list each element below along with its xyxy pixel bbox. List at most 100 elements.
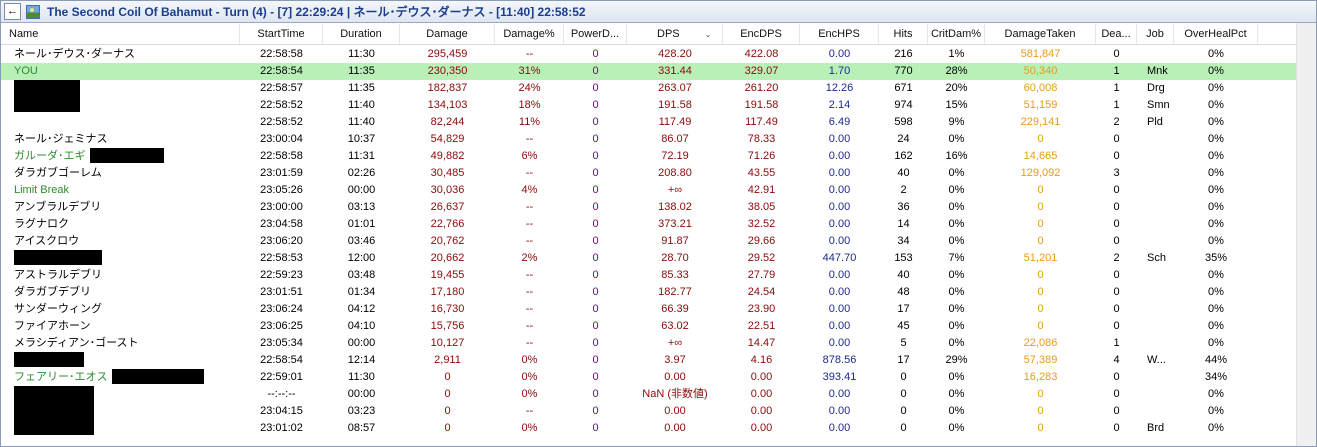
cell-damage-pct: 11% [518,116,541,128]
table-row[interactable]: --:--:-- 00:00 0 0% 0 NaN (非数値) 0.00 0.00 0 0% 0 0 0… [1,386,1296,435]
cell-name: アイスクロウ [1,233,240,250]
column-header-start-time[interactable]: StartTime [240,24,323,44]
cell-duration: 01:01 [347,218,376,230]
cell-name: ガルーダ･エギ [1,148,240,165]
table-row[interactable]: 23:04:15 03:23 0 -- 0 0.00 0.00 0.00 0 0% 0 0 0% [1,403,1296,420]
cell-deaths: 1 [1113,82,1120,94]
cell-damage: 15,756 [430,320,465,332]
table-row[interactable]: サンダーウィング 23:06:24 04:12 16,730 -- 0 66.39 23.90… [1,301,1296,318]
column-header-duration[interactable]: Duration [323,24,400,44]
cell-damage-taken: 229,141 [1020,116,1061,128]
cell-dps: 63.02 [661,320,689,332]
cell-over-heal-pct: 0% [1208,269,1224,281]
cell-start-time: 22:58:52 [260,116,303,128]
cell-job [1137,131,1174,148]
cell-enc-dps: 0.00 [750,371,773,383]
cell-name: ラグナロク [1,216,240,233]
column-header-name[interactable]: Name [1,24,240,44]
table-row[interactable]: 22:58:57 11:35 182,837 24% 0 263.07 261.20 12.2… [1,80,1296,112]
column-header-over-heal-pct[interactable]: OverHealPct [1174,24,1258,44]
table-row[interactable]: 23:01:02 08:57 0 0% 0 0.00 0.00 0.00 0 0% 0 0 Brd 0% [1,420,1296,437]
combatant-name: YOU [14,65,38,77]
cell-enc-hps: 6.49 [828,116,851,128]
table-row[interactable]: アイスクロウ 23:06:20 03:46 20,762 -- 0 91.87 29.66 0.… [1,233,1296,250]
cell-damage-pct: 6% [521,150,538,162]
column-header-enc-dps[interactable]: EncDPS [723,24,800,44]
cell-enc-hps: 0.00 [828,235,851,247]
cell-name: ファイアホーン [1,318,240,335]
table-row[interactable]: 22:58:52 11:40 82,244 11% 0 117.49 117.49 6.49 5… [1,114,1296,131]
cell-job: Smn [1147,99,1170,111]
table-row[interactable]: 22:58:53 12:00 20,662 2% 0 28.70 29.52 447.70 15… [1,250,1296,267]
cell-start-time: 23:01:02 [260,422,303,434]
table-row[interactable]: ラグナロク 23:04:58 01:01 22,766 -- 0 373.21 32.52 0.… [1,216,1296,233]
cell-deaths: 0 [1113,286,1120,298]
combatant-name: フェアリー･エオス [14,371,108,383]
column-header-power-damage[interactable]: PowerD... [564,24,627,44]
vertical-scrollbar[interactable] [1296,23,1316,446]
table-row[interactable]: Limit Break 23:05:26 00:00 30,036 4% 0 +∞ 42.91… [1,182,1296,199]
cell-damage-pct: -- [525,286,534,298]
column-header-deaths[interactable]: Dea... [1096,24,1137,44]
cell-over-heal-pct: 0% [1208,99,1224,111]
cell-damage-pct: -- [525,201,534,213]
column-header-damage-pct[interactable]: Damage% [495,24,564,44]
table-row[interactable]: ファイアホーン 23:06:25 04:10 15,756 -- 0 63.02 22.51 0… [1,318,1296,335]
table-row[interactable]: 22:58:54 12:14 2,911 0% 0 3.97 4.16 878.56 17 29%… [1,352,1296,369]
table-row[interactable]: 22:58:52 11:40 134,103 18% 0 191.58 191.58 2.14… [1,97,1296,114]
column-header-enc-hps[interactable]: EncHPS [800,24,879,44]
cell-start-time: 22:59:23 [260,269,303,281]
cell-damage-pct: 0% [521,422,538,434]
table-row[interactable]: ダラガブゴーレム 23:01:59 02:26 30,485 -- 0 208.80 43.5… [1,165,1296,182]
combatant-name: メラシディアン･ゴースト [14,337,139,349]
table-row[interactable]: YOU 22:58:54 11:35 230,350 31% 0 331.44 329.07 1… [1,63,1296,80]
cell-deaths: 2 [1113,116,1120,128]
cell-start-time: 22:58:58 [260,48,303,60]
cell-enc-hps: 0.00 [828,269,851,281]
table-row[interactable]: ネール･デウス･ダーナス 22:58:58 11:30 295,459 -- 0 428.2… [1,46,1296,63]
table-row[interactable]: ガルーダ･エギ 22:58:58 11:31 49,882 6% 0 72.19 71.26 0… [1,148,1296,165]
cell-enc-hps: 0.00 [828,388,851,400]
cell-damage-pct: -- [525,405,534,417]
cell-start-time: --:--:-- [267,388,296,400]
cell-deaths: 0 [1113,133,1120,145]
column-header-hits[interactable]: Hits [879,24,928,44]
cell-crit-dam-pct: 0% [948,422,965,434]
cell-damage: 82,244 [430,116,465,128]
table-row[interactable]: フェアリー･エオス 22:59:01 11:30 0 0% 0 0.00 0.00 393.41… [1,369,1296,386]
column-header-job[interactable]: Job [1137,24,1174,44]
cell-enc-hps: 0.00 [828,201,851,213]
back-arrow-icon[interactable]: ← [4,3,21,20]
cell-enc-hps: 0.00 [828,48,851,60]
cell-enc-hps: 0.00 [828,320,851,332]
combatant-name: ネール･デウス･ダーナス [14,48,135,60]
column-header-dps[interactable]: DPS ⌄ [627,24,723,44]
column-header-damage-taken[interactable]: DamageTaken [985,24,1096,44]
cell-enc-hps: 393.41 [822,371,857,383]
cell-duration: 03:46 [347,235,376,247]
cell-job [1137,46,1174,63]
table-row[interactable]: メラシディアン･ゴースト 23:05:34 00:00 10,127 -- 0 +∞ 14.4… [1,335,1296,352]
cell-damage-taken: 22,086 [1023,337,1058,349]
table-row[interactable]: ネール･ジェミナス 23:00:04 10:37 54,829 -- 0 86.07 78.3… [1,131,1296,148]
cell-duration: 11:40 [348,116,375,128]
cell-damage: 26,637 [430,201,465,213]
redaction-block [14,352,84,367]
cell-crit-dam-pct: 0% [948,133,965,145]
cell-crit-dam-pct: 0% [948,371,965,383]
cell-deaths: 3 [1113,167,1120,179]
cell-crit-dam-pct: 28% [945,65,968,77]
cell-power-damage: 0 [592,371,599,383]
cell-start-time: 22:58:57 [260,82,303,94]
combatant-list: ネール･デウス･ダーナス 22:58:58 11:30 295,459 -- 0 428.2… [1,46,1296,437]
column-header-damage[interactable]: Damage [400,24,495,44]
cell-power-damage: 0 [592,337,599,349]
table-row[interactable]: ダラガブデブリ 23:01:51 01:34 17,180 -- 0 182.77 24.54… [1,284,1296,301]
table-row[interactable]: アストラルデブリ 22:59:23 03:48 19,455 -- 0 85.33 27.79… [1,267,1296,284]
cell-damage-pct: -- [525,167,534,179]
cell-hits: 2 [900,184,907,196]
table-row[interactable]: アンブラルデブリ 23:00:00 03:13 26,637 -- 0 138.02 38.0… [1,199,1296,216]
cell-hits: 40 [897,269,910,281]
column-header-crit-dam-pct[interactable]: CritDam% [928,24,985,44]
cell-damage-taken: 129,092 [1020,167,1061,179]
